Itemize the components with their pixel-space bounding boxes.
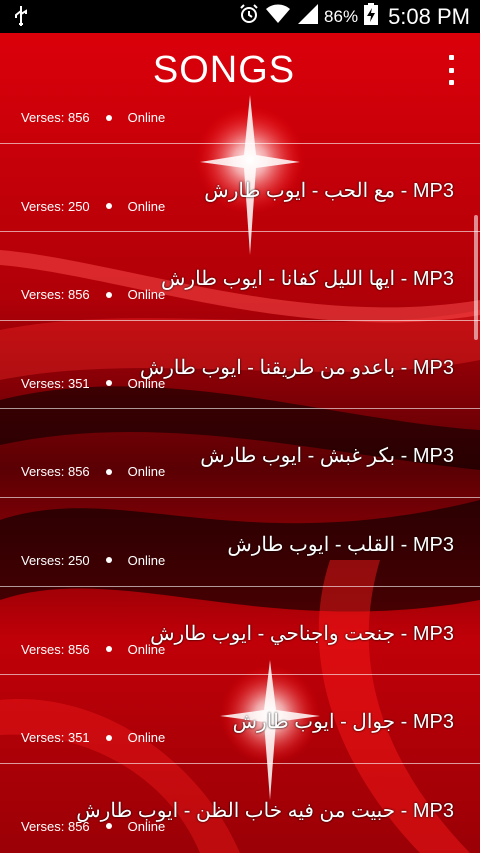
bullet-icon xyxy=(105,557,112,564)
status-label: Online xyxy=(127,818,166,834)
list-item[interactable]: ايها الليل كفانا - ايوب طارش - MP3 Verse… xyxy=(0,232,480,321)
overflow-menu-icon[interactable] xyxy=(446,55,456,85)
scrollbar[interactable] xyxy=(474,215,478,340)
status-label: Online xyxy=(127,552,166,568)
bullet-icon xyxy=(105,646,112,653)
list-item[interactable]: مع الحب - ايوب طارش - MP3 Verses: 250 Onl… xyxy=(0,144,480,233)
app-bar: SONGS xyxy=(0,33,480,107)
status-label: Online xyxy=(127,464,166,480)
song-title: القلب - ايوب طارش - MP3 xyxy=(227,533,454,556)
status-label: Online xyxy=(127,375,166,391)
verse-count: Verses: 856 xyxy=(21,110,90,125)
battery-charging-icon xyxy=(364,3,379,30)
list-item[interactable]: جوال - ايوب طارش - MP3 Verses: 351 Online xyxy=(0,675,480,764)
bullet-icon xyxy=(105,823,112,830)
status-label: Online xyxy=(127,287,166,303)
list-item[interactable]: جنحت واجناحي - ايوب طارش - MP3 Verses: 8… xyxy=(0,587,480,676)
verse-count: Verses: 250 xyxy=(21,198,90,214)
status-label: Online xyxy=(127,110,166,125)
bullet-icon xyxy=(105,468,112,475)
usb-icon xyxy=(14,5,28,32)
page-title: SONGS xyxy=(152,49,296,91)
song-title: بكر غبش - ايوب طارش - MP3 xyxy=(200,445,454,468)
list-item[interactable]: حبيت من فيه خاب الظن - ايوب طارش - MP3 V… xyxy=(0,764,480,853)
list-item[interactable]: القلب - ايوب طارش - MP3 Verses: 250 Onlin… xyxy=(0,498,480,587)
clock: 5:08 PM xyxy=(388,3,470,29)
bullet-icon xyxy=(105,114,112,121)
alarm-icon xyxy=(238,3,260,30)
bullet-icon xyxy=(105,734,112,741)
song-title: جوال - ايوب طارش - MP3 xyxy=(232,711,454,734)
song-title: باعدو من طريقنا - ايوب طارش - MP3 xyxy=(139,356,454,379)
song-list: Verses: 856 Online مع الحب - ايوب طارش - … xyxy=(0,55,480,852)
battery-percent: 86% xyxy=(324,6,359,26)
status-label: Online xyxy=(127,641,166,657)
status-label: Online xyxy=(127,730,166,746)
bullet-icon xyxy=(105,380,112,387)
song-title: مع الحب - ايوب طارش - MP3 xyxy=(204,179,454,202)
bullet-icon xyxy=(105,291,112,298)
status-label: Online xyxy=(127,198,166,214)
verse-count: Verses: 856 xyxy=(21,464,90,480)
verse-count: Verses: 250 xyxy=(21,552,90,568)
song-title: ايها الليل كفانا - ايوب طارش - MP3 xyxy=(161,268,454,291)
signal-icon xyxy=(296,4,319,29)
verse-count: Verses: 856 xyxy=(21,818,90,834)
verse-count: Verses: 351 xyxy=(21,730,90,746)
verse-count: Verses: 856 xyxy=(21,641,90,657)
song-title: جنحت واجناحي - ايوب طارش - MP3 xyxy=(150,622,454,645)
status-bar: 86% 5:08 PM xyxy=(0,0,480,33)
verse-count: Verses: 351 xyxy=(21,375,90,391)
list-item[interactable]: باعدو من طريقنا - ايوب طارش - MP3 Verses… xyxy=(0,321,480,410)
verse-count: Verses: 856 xyxy=(21,287,90,303)
bullet-icon xyxy=(105,203,112,210)
wifi-icon xyxy=(266,4,291,29)
list-item[interactable]: بكر غبش - ايوب طارش - MP3 Verses: 856 Onl… xyxy=(0,409,480,498)
